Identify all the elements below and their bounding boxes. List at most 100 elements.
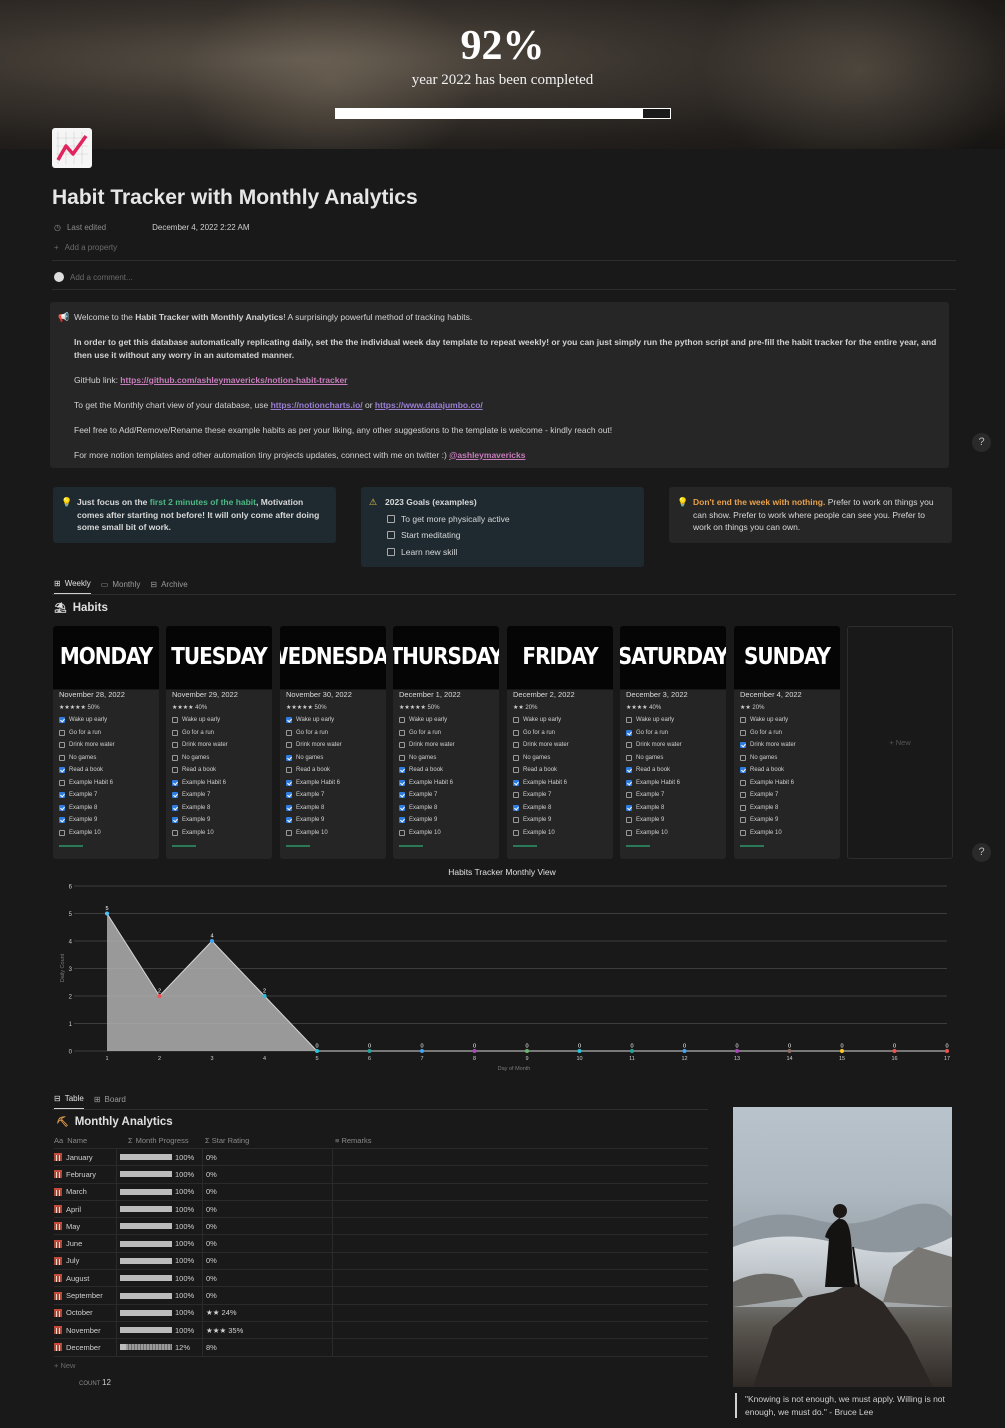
habit-checkbox[interactable] bbox=[286, 829, 292, 836]
habit-item[interactable]: Example 9 bbox=[620, 814, 726, 827]
habit-item[interactable]: Go for a run bbox=[734, 727, 840, 740]
habit-checkbox[interactable] bbox=[626, 817, 632, 824]
table-row[interactable]: July 100% 0% bbox=[54, 1252, 708, 1271]
habit-checkbox[interactable] bbox=[59, 804, 65, 811]
habit-item[interactable]: No games bbox=[734, 752, 840, 765]
habit-checkbox[interactable] bbox=[626, 829, 632, 836]
habit-item[interactable]: Wake up early bbox=[620, 714, 726, 727]
remarks-cell[interactable] bbox=[332, 1287, 708, 1304]
table-row[interactable]: January 100% 0% bbox=[54, 1149, 708, 1167]
habit-item[interactable]: Drink more water bbox=[53, 739, 159, 752]
help-button[interactable]: ? bbox=[972, 843, 991, 862]
table-row[interactable]: November 100% ★★★ 35% bbox=[54, 1321, 708, 1340]
habit-item[interactable]: No games bbox=[620, 752, 726, 765]
habit-checkbox[interactable] bbox=[286, 792, 292, 799]
habit-item[interactable]: Example 8 bbox=[393, 802, 499, 815]
habit-item[interactable]: Example 9 bbox=[280, 814, 386, 827]
habit-checkbox[interactable] bbox=[399, 779, 405, 786]
habit-item[interactable]: Go for a run bbox=[166, 727, 272, 740]
habit-item[interactable]: Wake up early bbox=[166, 714, 272, 727]
habit-checkbox[interactable] bbox=[59, 717, 65, 724]
day-card-saturday[interactable]: SATURDAY December 3, 2022 ★★★★ 40% Wake u… bbox=[620, 626, 726, 859]
habit-item[interactable]: Example 7 bbox=[620, 789, 726, 802]
habit-checkbox[interactable] bbox=[172, 779, 178, 786]
habit-item[interactable]: Example 7 bbox=[507, 789, 613, 802]
habit-checkbox[interactable] bbox=[286, 717, 292, 724]
habit-checkbox[interactable] bbox=[626, 742, 632, 749]
habit-item[interactable]: Wake up early bbox=[507, 714, 613, 727]
twitter-mention[interactable]: @ashleymavericks bbox=[449, 450, 525, 460]
habit-checkbox[interactable] bbox=[286, 754, 292, 761]
habit-checkbox[interactable] bbox=[286, 804, 292, 811]
habit-item[interactable]: No games bbox=[53, 752, 159, 765]
remarks-cell[interactable] bbox=[332, 1270, 708, 1287]
habit-checkbox[interactable] bbox=[740, 829, 746, 836]
add-row-button[interactable]: + New bbox=[54, 1357, 708, 1374]
habit-checkbox[interactable] bbox=[59, 817, 65, 824]
habit-checkbox[interactable] bbox=[286, 742, 292, 749]
habit-checkbox[interactable] bbox=[740, 729, 746, 736]
habit-item[interactable]: Example 7 bbox=[53, 789, 159, 802]
habit-checkbox[interactable] bbox=[399, 829, 405, 836]
habit-checkbox[interactable] bbox=[740, 717, 746, 724]
habit-item[interactable]: Wake up early bbox=[734, 714, 840, 727]
habit-checkbox[interactable] bbox=[399, 804, 405, 811]
habit-checkbox[interactable] bbox=[740, 804, 746, 811]
habit-checkbox[interactable] bbox=[740, 817, 746, 824]
habit-checkbox[interactable] bbox=[399, 754, 405, 761]
habit-item[interactable]: Example 8 bbox=[280, 802, 386, 815]
habit-checkbox[interactable] bbox=[513, 754, 519, 761]
habit-item[interactable]: Example 10 bbox=[280, 827, 386, 840]
habit-item[interactable]: Drink more water bbox=[507, 739, 613, 752]
habit-checkbox[interactable] bbox=[399, 742, 405, 749]
habit-item[interactable]: Example 10 bbox=[620, 827, 726, 840]
habit-item[interactable]: Drink more water bbox=[166, 739, 272, 752]
habit-checkbox[interactable] bbox=[513, 792, 519, 799]
habit-item[interactable]: Example Habit 6 bbox=[280, 777, 386, 790]
habit-item[interactable]: Example 8 bbox=[507, 802, 613, 815]
habit-checkbox[interactable] bbox=[172, 792, 178, 799]
habit-checkbox[interactable] bbox=[399, 767, 405, 774]
habit-checkbox[interactable] bbox=[626, 754, 632, 761]
habit-item[interactable]: Example 8 bbox=[620, 802, 726, 815]
habit-checkbox[interactable] bbox=[172, 742, 178, 749]
habit-checkbox[interactable] bbox=[626, 792, 632, 799]
table-row[interactable]: March 100% 0% bbox=[54, 1183, 708, 1201]
habit-checkbox[interactable] bbox=[59, 779, 65, 786]
habit-item[interactable]: Example 7 bbox=[734, 789, 840, 802]
habit-item[interactable]: Example Habit 6 bbox=[734, 777, 840, 790]
goal-checkbox[interactable] bbox=[387, 547, 395, 556]
habit-item[interactable]: Go for a run bbox=[280, 727, 386, 740]
habit-item[interactable]: Go for a run bbox=[393, 727, 499, 740]
habit-checkbox[interactable] bbox=[172, 729, 178, 736]
habit-item[interactable]: Example Habit 6 bbox=[166, 777, 272, 790]
remarks-cell[interactable] bbox=[332, 1252, 708, 1270]
habit-checkbox[interactable] bbox=[172, 817, 178, 824]
habit-item[interactable]: Example 7 bbox=[393, 789, 499, 802]
habit-item[interactable]: Read a book bbox=[620, 764, 726, 777]
goal-item[interactable]: To get more physically active bbox=[387, 513, 634, 526]
remarks-cell[interactable] bbox=[332, 1200, 708, 1218]
tab-weekly[interactable]: ⊞ Weekly bbox=[54, 579, 91, 595]
remarks-cell[interactable] bbox=[332, 1183, 708, 1200]
remarks-cell[interactable] bbox=[332, 1218, 708, 1235]
last-edited-property[interactable]: ◷ Last edited December 4, 2022 2:22 AM bbox=[54, 223, 250, 232]
table-row[interactable]: June 100% 0% bbox=[54, 1235, 708, 1253]
habit-item[interactable]: Example 9 bbox=[734, 814, 840, 827]
habit-checkbox[interactable] bbox=[59, 792, 65, 799]
habit-item[interactable]: Example Habit 6 bbox=[620, 777, 726, 790]
tab-archive[interactable]: ⊟ Archive bbox=[150, 579, 187, 595]
goal-checkbox[interactable] bbox=[387, 514, 395, 523]
github-link[interactable]: https://github.com/ashleymavericks/notio… bbox=[120, 375, 347, 385]
goal-item[interactable]: Learn new skill bbox=[387, 546, 634, 559]
habit-item[interactable]: No games bbox=[393, 752, 499, 765]
notioncharts-link[interactable]: https://notioncharts.io/ bbox=[271, 400, 363, 410]
habit-checkbox[interactable] bbox=[172, 829, 178, 836]
habit-item[interactable]: Example Habit 6 bbox=[393, 777, 499, 790]
habit-item[interactable]: Example 10 bbox=[507, 827, 613, 840]
habit-checkbox[interactable] bbox=[626, 767, 632, 774]
habit-checkbox[interactable] bbox=[513, 817, 519, 824]
habit-checkbox[interactable] bbox=[59, 829, 65, 836]
habit-checkbox[interactable] bbox=[59, 729, 65, 736]
habit-item[interactable]: Example 10 bbox=[734, 827, 840, 840]
